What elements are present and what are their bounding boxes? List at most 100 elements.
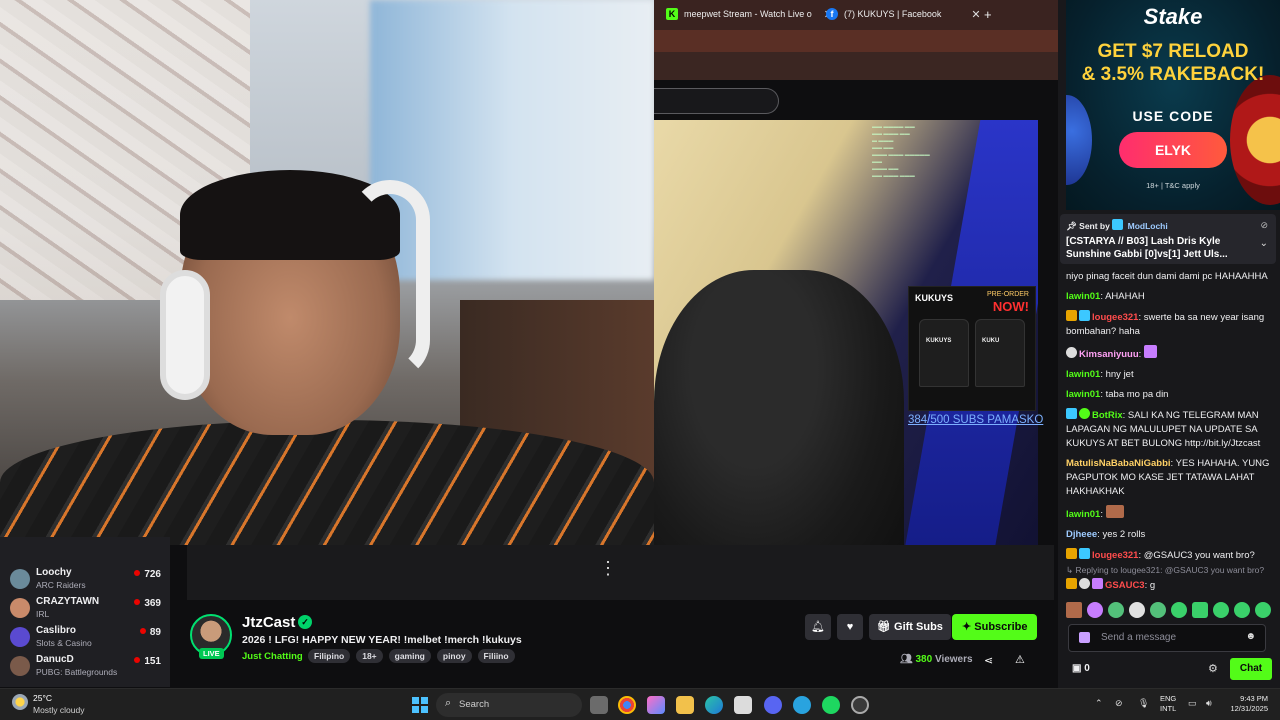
close-tab-icon[interactable]: ✕ [971,8,980,21]
chat-input[interactable]: Send a message ☻ [1068,624,1266,652]
ad-code-button[interactable]: ELYK [1119,132,1227,168]
tag[interactable]: gaming [388,649,431,663]
emote-icon[interactable] [1129,602,1145,618]
headphone-band [350,180,430,380]
channel-name[interactable]: JtzCast [242,614,295,631]
store-icon[interactable] [734,696,752,714]
stake-ad[interactable]: Stake GET $7 RELOAD & 3.5% RAKEBACK! USE … [1066,0,1280,210]
emote-icon[interactable] [1087,602,1103,618]
bell-button[interactable]: 🔔︎ [805,614,831,640]
report-icon[interactable]: ⚠ [1015,653,1025,666]
viewers-label: Viewers [934,654,973,665]
kick-logo-icon: K [666,8,678,20]
share-icon[interactable]: ⋖ [984,654,993,667]
chrome-icon[interactable] [618,696,636,714]
address-bar[interactable] [654,30,1066,54]
gift-icon[interactable] [1079,632,1090,643]
edge-icon[interactable] [705,696,723,714]
task-view-icon[interactable] [590,696,608,714]
username[interactable]: lougee321 [1092,550,1138,561]
gift-subs-button[interactable]: 🎁︎ Gift Subs [869,614,951,640]
stream-category[interactable]: Just Chatting [242,651,303,662]
emote-icon[interactable] [1171,602,1187,618]
telegram-icon[interactable] [793,696,811,714]
chat-send-button[interactable]: Chat [1230,658,1272,680]
weather-condition: Mostly cloudy [33,705,85,715]
skull-badge-icon [1079,578,1090,589]
username[interactable]: lougee321 [1092,312,1138,323]
username[interactable]: lawin01 [1066,389,1100,400]
username[interactable]: BotRix [1092,410,1123,421]
headphone-left [160,270,210,400]
file-explorer-icon[interactable] [676,696,694,714]
chevron-up-icon[interactable]: ⌃ [1095,698,1103,709]
language-indicator[interactable]: ENG INTL [1160,694,1176,714]
channel-points[interactable]: ▣ 0 [1072,663,1090,674]
windows-taskbar: 25°C Mostly cloudy ⌕ Search ⌃ ⊘ 🎙︎ ENG IN… [0,688,1280,720]
sidebar-item-crazytawn[interactable]: CRAZYTAWN IRL 369 [10,594,165,622]
chevron-down-icon[interactable]: ⌄ [1260,238,1268,249]
emoji-icon[interactable]: ☻ [1245,631,1256,642]
mic-icon[interactable]: 🎙︎ [1138,698,1149,709]
sidebar-item-loochy[interactable]: Loochy ARC Raiders 726 [10,565,165,593]
tag-list: Filipino 18+ gaming pinoy Filiino [308,649,515,663]
emote-icon[interactable] [1150,602,1166,618]
discord-icon[interactable] [764,696,782,714]
windows-start-icon[interactable] [412,697,428,713]
bookmarks-bar [654,52,1066,80]
merch-now: NOW! [992,299,1029,314]
channel-category: PUBG: Battlegrounds [36,667,118,677]
emote-icon[interactable] [1234,602,1250,618]
tag[interactable]: Filiino [477,649,515,663]
screen: K meepwet Stream - Watch Live o ✕ f (7) … [0,0,1280,720]
clock[interactable]: 9:43 PM 12/31/2025 [1222,694,1268,714]
emote-icon[interactable] [1192,602,1208,618]
subs-goal-link[interactable]: 384/500 SUBS PAMASKO [908,414,1043,426]
username[interactable]: GSAUC3 [1105,580,1145,591]
unpin-icon[interactable]: ⊘ [1260,220,1268,231]
subscribe-button[interactable]: ✦ Subscribe [952,614,1038,640]
mod-badge-icon [1112,219,1124,230]
new-tab-button[interactable]: + [984,3,992,25]
emote-icon[interactable] [1255,602,1271,618]
tshirt-back: KUKU [975,319,1025,387]
sidebar-item-danucd[interactable]: DanucD PUBG: Battlegrounds 151 [10,652,165,680]
tag[interactable]: pinoy [436,649,472,663]
follow-button[interactable]: ♥ [837,614,863,640]
display-icon[interactable]: ▭ [1188,698,1197,709]
tag[interactable]: 18+ [356,649,383,663]
sidebar-item-caslibro[interactable]: Caslibro Slots & Casino 89 [10,623,165,651]
pinned-sender: 📌︎ Sent by ModLochi [1066,219,1168,231]
message-text: g [1149,580,1156,591]
tee-text: KUKU [982,338,1000,344]
reply-text: Replying to lougee321: @GSAUC3 you want … [1075,565,1265,575]
emote-icon[interactable] [1108,602,1124,618]
message-text: AHAHAH [1105,291,1145,302]
volume-icon[interactable]: 🔊︎ [1206,698,1212,709]
username[interactable]: lawin01 [1066,369,1100,380]
copilot-icon[interactable] [647,696,665,714]
chat-message: lawin01: AHAHAH [1066,291,1145,302]
username[interactable]: MatulisNaBabaNiGabbi [1066,458,1171,469]
emote-icon[interactable] [1213,602,1229,618]
username[interactable]: lawin01 [1066,291,1100,302]
taskbar-search[interactable]: ⌕ Search [436,693,582,717]
network-off-icon[interactable]: ⊘ [1115,698,1123,709]
spotify-icon[interactable] [822,696,840,714]
site-search-input[interactable] [654,88,779,114]
channel-name: Caslibro [36,625,77,636]
color-picker-icon: ⋮ [599,558,617,578]
viewers-icon: 👥︎ [900,654,916,665]
username[interactable]: lawin01 [1066,509,1100,520]
gear-icon[interactable]: ⚙ [1208,662,1218,675]
username[interactable]: Djheee [1066,529,1097,540]
tab-kick[interactable]: K meepwet Stream - Watch Live o ✕ [666,3,833,25]
tag[interactable]: Filipino [308,649,351,663]
emote-icon[interactable] [1066,602,1082,618]
obs-icon[interactable] [851,696,869,714]
pinned-message[interactable]: 📌︎ Sent by ModLochi [CSTARYA // B03] Las… [1060,214,1276,264]
tab-facebook[interactable]: f (7) KUKUYS | Facebook ✕ [826,3,981,25]
username[interactable]: Kimsaniyuuu [1079,349,1139,360]
pinned-text: [CSTARYA // B03] Lash Dris Kyle Sunshine… [1066,236,1228,260]
emote-icon [1143,345,1157,358]
